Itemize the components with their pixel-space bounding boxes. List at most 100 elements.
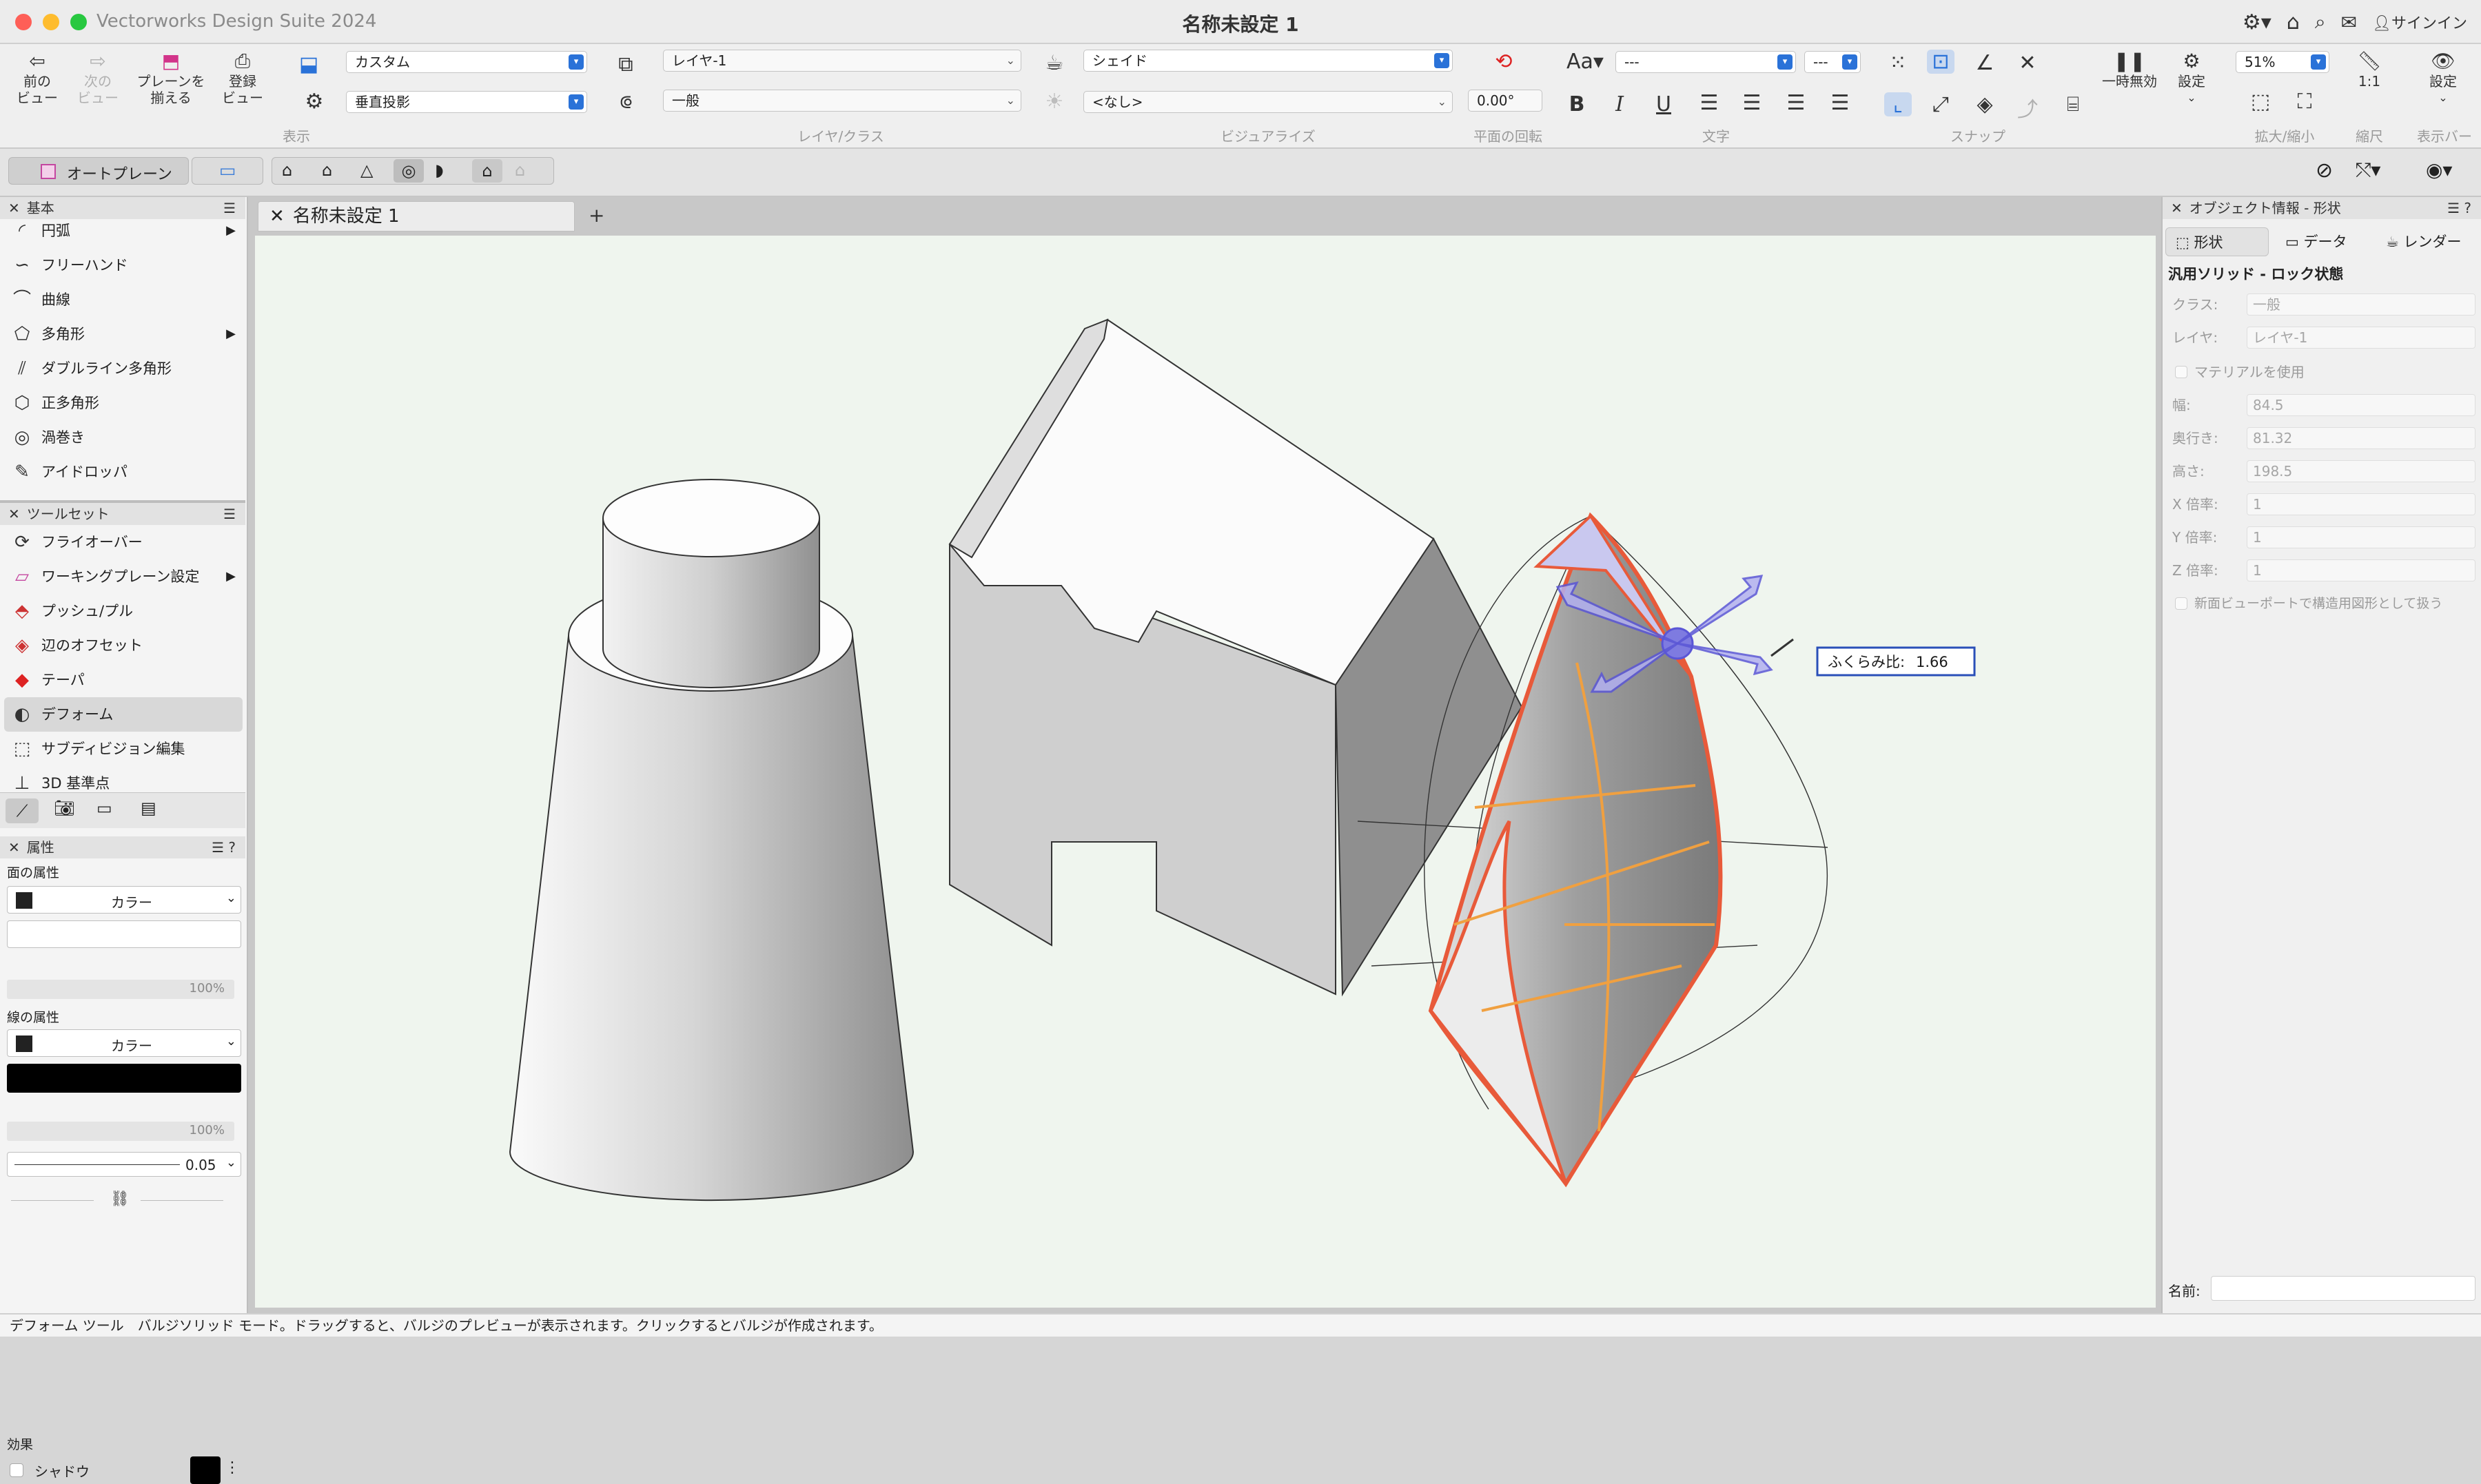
prev-view-button[interactable]: ⇦ 前の ビュー	[10, 50, 65, 107]
menu-help-icon[interactable]: ☰ ?	[2447, 197, 2471, 219]
font-dropdown[interactable]: --- ▾	[1615, 51, 1796, 73]
stretch-mode-icon[interactable]: ◗	[435, 161, 444, 180]
snap-smart-icon[interactable]: ⤴	[2014, 92, 2041, 123]
underline-icon[interactable]: U	[1650, 92, 1677, 116]
font-icon[interactable]: Aa▾	[1564, 50, 1606, 74]
line-weight-dropdown[interactable]: 0.05 ⌄	[7, 1152, 241, 1177]
tab-data[interactable]: ▭ データ	[2276, 227, 2372, 256]
end-arrow-line[interactable]	[141, 1200, 223, 1201]
bulge-face-mode-icon[interactable]: ⌂	[515, 161, 525, 180]
close-icon[interactable]: ✕	[8, 506, 20, 522]
tool-polygon[interactable]: ⬠ 多角形 ▶	[0, 317, 245, 351]
camera-tab-icon[interactable]: 📷︎	[54, 798, 74, 818]
snap-object-icon[interactable]: ⊡	[1927, 50, 1954, 74]
projection-icon[interactable]: ⚙︎	[300, 90, 328, 114]
pause-snap-button[interactable]: ❚❚ 一時無効	[2095, 50, 2164, 90]
render-mode-dropdown[interactable]: シェイド ▾	[1083, 50, 1453, 72]
fill-pattern-field[interactable]	[7, 920, 241, 948]
gear-icon[interactable]: ⚙︎▾	[2243, 10, 2271, 34]
dimension-tab-icon[interactable]: ▭	[96, 798, 112, 818]
tool-eyedropper[interactable]: ✎ アイドロッパ	[0, 455, 245, 489]
height-field[interactable]: 198.5	[2247, 460, 2475, 482]
close-icon[interactable]: ✕	[8, 839, 20, 856]
tool-freehand[interactable]: ∽ フリーハンド	[0, 248, 245, 282]
align-plane-button[interactable]: ⬒ プレーンを 揃える	[130, 50, 212, 107]
fill-opacity-field[interactable]: 100%	[7, 980, 234, 999]
y-scale-field[interactable]: 1	[2247, 526, 2475, 548]
tool-push-pull[interactable]: ⬘ プッシュ/プル	[0, 594, 245, 628]
save-view-button[interactable]: ⎙ 登録 ビュー	[215, 50, 270, 107]
snap-angle-icon[interactable]: ∠	[1971, 51, 1999, 75]
tool-edge-offset[interactable]: ◈ 辺のオフセット	[0, 628, 245, 663]
align-right-icon[interactable]: ☰	[1782, 91, 1810, 115]
menu-icon[interactable]: ☰	[223, 503, 236, 525]
menu-help-icon[interactable]: ☰ ?	[212, 836, 236, 858]
tool-spiral[interactable]: ◎ 渦巻き	[0, 420, 245, 455]
layer-plane-button[interactable]: ▭	[192, 157, 263, 185]
shadow-color-swatch[interactable]	[190, 1456, 221, 1484]
auto-plane-button[interactable]: オートプレーン	[8, 157, 189, 185]
snap-edge-icon[interactable]: ◈	[1971, 92, 1999, 116]
projection-dropdown[interactable]: 垂直投影 ▾	[346, 91, 587, 113]
twist-mode-icon[interactable]: ⌂	[282, 161, 292, 180]
line-type-dropdown[interactable]: カラー ⌄	[7, 1029, 241, 1057]
plane-rotation-icon[interactable]: ⟲	[1490, 50, 1518, 74]
viewport-option-checkbox[interactable]	[2175, 597, 2187, 610]
box-solid[interactable]	[948, 318, 1523, 997]
fit-to-objects-icon[interactable]: ⬚	[2247, 90, 2274, 114]
search-icon[interactable]: ⌕	[2315, 10, 2326, 34]
depth-field[interactable]: 81.32	[2247, 427, 2475, 449]
use-material-checkbox[interactable]	[2175, 366, 2187, 378]
start-arrow-line[interactable]	[11, 1200, 94, 1201]
tool-subdivision-edit[interactable]: ⬚ サブディビジョン編集	[0, 732, 245, 766]
snap-grid-icon[interactable]: ⁙	[1884, 51, 1912, 75]
hide-details-icon[interactable]: ⊘	[2316, 158, 2333, 183]
layer-icon[interactable]: ⧉	[612, 52, 640, 76]
tool-deform[interactable]: ◐ デフォーム	[4, 697, 243, 732]
snap-tangent-icon[interactable]: ⤢	[1927, 92, 1954, 116]
line-opacity-field[interactable]: 100%	[7, 1122, 234, 1141]
teapot-icon[interactable]: ☕︎	[1041, 51, 1068, 75]
home-icon[interactable]: ⌂	[2287, 10, 2300, 34]
align-center-icon[interactable]: ☰	[1738, 91, 1766, 115]
tool-arc[interactable]: ◜ 円弧 ▶	[0, 219, 245, 248]
more-options-icon[interactable]: ⋮	[225, 1459, 240, 1476]
width-field[interactable]: 84.5	[2247, 394, 2475, 416]
snap-working-plane-icon[interactable]: ⌸	[2059, 92, 2087, 116]
tool-regular-polygon[interactable]: ⬡ 正多角形	[0, 386, 245, 420]
scale-button[interactable]: 📏︎ 1:1	[2340, 50, 2398, 90]
class-icon[interactable]: ⟃	[612, 90, 640, 114]
mail-icon[interactable]: ✉	[2341, 11, 2357, 34]
bulge-solid-mode-icon[interactable]: ⌂	[472, 159, 502, 183]
fill-type-dropdown[interactable]: カラー ⌄	[7, 886, 241, 914]
tab-shape[interactable]: ⬚ 形状	[2165, 227, 2269, 256]
view-icon[interactable]: ⬓	[295, 52, 323, 76]
tool-working-plane[interactable]: ▱ ワーキングプレーン設定 ▶	[0, 559, 245, 594]
close-icon[interactable]: ✕	[2171, 200, 2183, 216]
tool-taper[interactable]: ◆ テーパ	[0, 663, 245, 697]
zoom-dropdown[interactable]: 51% ▾	[2236, 51, 2329, 73]
layer-dropdown[interactable]: レイヤ-1 ⌄	[663, 50, 1021, 72]
justify-icon[interactable]: ☰	[1826, 91, 1854, 115]
bend-mode-icon[interactable]: ⌂	[322, 161, 332, 180]
line-color-field[interactable]	[7, 1064, 241, 1093]
tool-3d-locus[interactable]: ⊥ 3D 基準点	[0, 766, 245, 792]
new-tab-icon[interactable]: +	[589, 204, 604, 227]
tool-flyover[interactable]: ⟳ フライオーバー	[0, 525, 245, 559]
cone-solid[interactable]	[509, 479, 915, 1202]
font-size-dropdown[interactable]: --- ▾	[1804, 51, 1861, 73]
snap-settings-button[interactable]: ⚙︎ 設定 ⌄	[2164, 50, 2219, 106]
building-tab-icon[interactable]: ▤	[141, 798, 156, 818]
taper-mode-icon[interactable]: △	[360, 161, 373, 180]
shadow-checkbox[interactable]	[10, 1463, 23, 1477]
tab-render[interactable]: ☕︎ レンダー	[2376, 227, 2480, 256]
tool-curve[interactable]: ⌒ 曲線	[0, 282, 245, 317]
layer-field[interactable]: レイヤ-1	[2247, 327, 2475, 349]
render-globe-icon[interactable]: ◉▾	[2426, 158, 2453, 181]
view-dropdown[interactable]: カスタム ▾	[346, 51, 587, 73]
align-left-icon[interactable]: ☰	[1695, 91, 1723, 115]
lighting-icon[interactable]: ☀︎	[1041, 90, 1068, 114]
italic-icon[interactable]: I	[1606, 92, 1633, 116]
z-scale-field[interactable]: 1	[2247, 559, 2475, 581]
class-dropdown[interactable]: 一般 ⌄	[663, 90, 1021, 112]
